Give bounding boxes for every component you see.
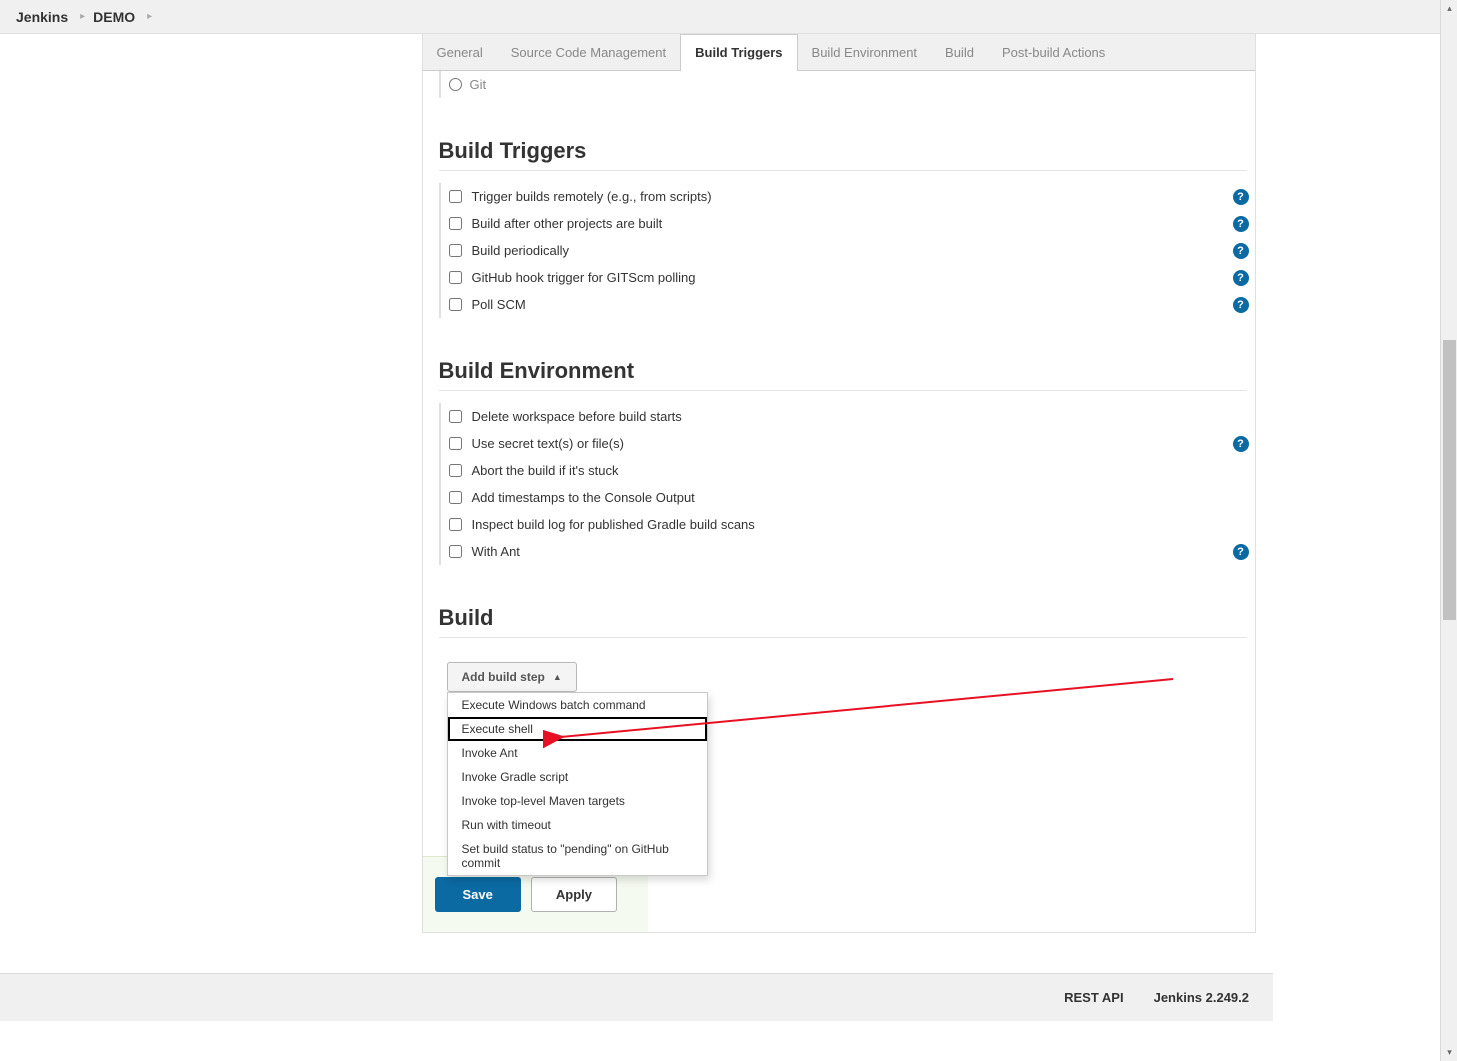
- trigger-upstream-label[interactable]: Build after other projects are built: [472, 216, 663, 231]
- version-label: Jenkins 2.249.2: [1154, 990, 1249, 1005]
- help-icon[interactable]: ?: [1233, 189, 1249, 205]
- chevron-right-icon: ▸: [80, 11, 85, 22]
- tab-general[interactable]: General: [423, 34, 497, 70]
- dropdown-item-github-status[interactable]: Set build status to "pending" on GitHub …: [448, 837, 707, 875]
- trigger-upstream-checkbox[interactable]: [449, 217, 462, 230]
- env-secret-checkbox[interactable]: [449, 437, 462, 450]
- dropdown-item-shell[interactable]: Execute shell: [448, 717, 707, 741]
- section-title-environment: Build Environment: [439, 358, 1255, 384]
- section-title-triggers: Build Triggers: [439, 138, 1255, 164]
- env-gradle-label[interactable]: Inspect build log for published Gradle b…: [472, 517, 755, 532]
- trigger-pollscm-label[interactable]: Poll SCM: [472, 297, 526, 312]
- help-icon[interactable]: ?: [1233, 216, 1249, 232]
- breadcrumb-jenkins[interactable]: Jenkins: [16, 9, 68, 25]
- triggers-list: Trigger builds remotely (e.g., from scri…: [439, 183, 1255, 318]
- scm-git-label: Git: [470, 77, 487, 92]
- tab-scm[interactable]: Source Code Management: [497, 34, 680, 70]
- env-delete-workspace-checkbox[interactable]: [449, 410, 462, 423]
- scm-git-row: Git: [439, 71, 1255, 98]
- add-build-step-label: Add build step: [462, 670, 545, 684]
- caret-up-icon: ▲: [553, 672, 562, 682]
- trigger-periodic-checkbox[interactable]: [449, 244, 462, 257]
- trigger-github-label[interactable]: GitHub hook trigger for GITScm polling: [472, 270, 696, 285]
- apply-button[interactable]: Apply: [531, 877, 617, 912]
- env-secret-label[interactable]: Use secret text(s) or file(s): [472, 436, 624, 451]
- scrollbar[interactable]: ▴ ▾: [1440, 0, 1457, 1061]
- tab-bar: General Source Code Management Build Tri…: [423, 34, 1255, 71]
- footer: REST API Jenkins 2.249.2: [0, 973, 1273, 1021]
- help-icon[interactable]: ?: [1233, 544, 1249, 560]
- env-gradle-checkbox[interactable]: [449, 518, 462, 531]
- trigger-remote-checkbox[interactable]: [449, 190, 462, 203]
- add-build-step-button[interactable]: Add build step ▲: [447, 662, 577, 692]
- dropdown-item-batch[interactable]: Execute Windows batch command: [448, 693, 707, 717]
- dropdown-item-maven[interactable]: Invoke top-level Maven targets: [448, 789, 707, 813]
- trigger-github-checkbox[interactable]: [449, 271, 462, 284]
- env-ant-checkbox[interactable]: [449, 545, 462, 558]
- add-build-step-dropdown: Execute Windows batch command Execute sh…: [447, 692, 708, 876]
- rest-api-link[interactable]: REST API: [1064, 990, 1123, 1005]
- env-timestamps-label[interactable]: Add timestamps to the Console Output: [472, 490, 695, 505]
- breadcrumb: Jenkins ▸ DEMO ▸: [0, 0, 1457, 34]
- scm-git-radio[interactable]: [449, 78, 462, 91]
- env-abort-stuck-label[interactable]: Abort the build if it's stuck: [472, 463, 619, 478]
- trigger-periodic-label[interactable]: Build periodically: [472, 243, 570, 258]
- tab-build[interactable]: Build: [931, 34, 988, 70]
- scroll-down-icon[interactable]: ▾: [1441, 1044, 1457, 1061]
- dropdown-item-ant[interactable]: Invoke Ant: [448, 741, 707, 765]
- help-icon[interactable]: ?: [1233, 297, 1249, 313]
- env-timestamps-checkbox[interactable]: [449, 491, 462, 504]
- tab-build-triggers[interactable]: Build Triggers: [680, 34, 797, 71]
- env-delete-workspace-label[interactable]: Delete workspace before build starts: [472, 409, 682, 424]
- dropdown-item-timeout[interactable]: Run with timeout: [448, 813, 707, 837]
- config-panel: General Source Code Management Build Tri…: [422, 34, 1256, 933]
- divider: [439, 390, 1247, 391]
- env-ant-label[interactable]: With Ant: [472, 544, 520, 559]
- trigger-remote-label[interactable]: Trigger builds remotely (e.g., from scri…: [472, 189, 712, 204]
- divider: [439, 637, 1247, 638]
- divider: [439, 170, 1247, 171]
- tab-build-environment[interactable]: Build Environment: [798, 34, 932, 70]
- trigger-pollscm-checkbox[interactable]: [449, 298, 462, 311]
- breadcrumb-project[interactable]: DEMO: [93, 9, 135, 25]
- dropdown-item-gradle[interactable]: Invoke Gradle script: [448, 765, 707, 789]
- help-icon[interactable]: ?: [1233, 243, 1249, 259]
- environment-list: Delete workspace before build starts Use…: [439, 403, 1255, 565]
- scroll-up-icon[interactable]: ▴: [1441, 0, 1457, 17]
- chevron-right-icon: ▸: [147, 11, 152, 22]
- scroll-thumb[interactable]: [1443, 340, 1456, 620]
- save-button[interactable]: Save: [435, 877, 521, 912]
- section-title-build: Build: [439, 605, 1255, 631]
- help-icon[interactable]: ?: [1233, 436, 1249, 452]
- env-abort-stuck-checkbox[interactable]: [449, 464, 462, 477]
- tab-post-build[interactable]: Post-build Actions: [988, 34, 1119, 70]
- help-icon[interactable]: ?: [1233, 270, 1249, 286]
